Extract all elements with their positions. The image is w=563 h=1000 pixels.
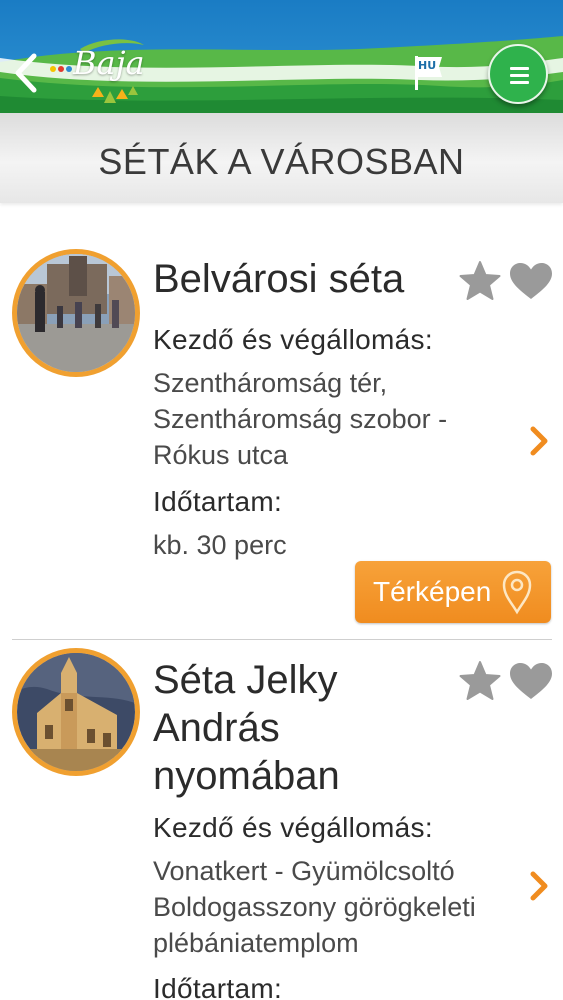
heart-icon[interactable] bbox=[508, 261, 554, 301]
star-icon[interactable] bbox=[458, 660, 502, 702]
chevron-right-icon[interactable] bbox=[528, 425, 550, 457]
duration-value: kb. 30 perc bbox=[153, 530, 287, 560]
church-photo bbox=[17, 653, 135, 771]
chevron-right-icon[interactable] bbox=[528, 870, 550, 902]
walk-title: Séta Jelky András nyomában bbox=[153, 658, 340, 798]
duration-label: Időtartam: bbox=[153, 486, 283, 517]
map-pin-icon bbox=[502, 570, 532, 615]
square-photo bbox=[17, 254, 135, 372]
app-header: Baja HU bbox=[0, 0, 563, 113]
walk-thumbnail bbox=[12, 648, 140, 776]
star-icon[interactable] bbox=[458, 260, 502, 302]
map-button-label: Térképen bbox=[373, 576, 492, 607]
duration-label: Időtartam: bbox=[153, 973, 283, 1000]
show-on-map-button[interactable]: Térképen bbox=[355, 561, 551, 623]
heart-icon[interactable] bbox=[508, 661, 554, 701]
walk-thumbnail bbox=[12, 249, 140, 377]
start-end-label: Kezdő és végállomás: bbox=[153, 324, 433, 355]
hamburger-icon bbox=[510, 67, 529, 70]
walk-card[interactable]: Belvárosi séta Kezdő és végállomás: Szen… bbox=[0, 203, 563, 640]
start-end-value: Vonatkert - Gyümölcsoltó Boldogasszony g… bbox=[153, 856, 476, 958]
language-code: HU bbox=[418, 59, 437, 72]
start-end-value: Szentháromság tér, Szentháromság szobor … bbox=[153, 368, 448, 470]
menu-button[interactable] bbox=[488, 44, 548, 104]
walk-title: Belvárosi séta bbox=[153, 257, 405, 301]
walk-card[interactable]: Séta Jelky András nyomában Kezdő és végá… bbox=[0, 640, 563, 1000]
hamburger-icon-line bbox=[510, 74, 529, 77]
start-end-label: Kezdő és végállomás: bbox=[153, 812, 433, 843]
page-title: SÉTÁK A VÁROSBAN bbox=[98, 141, 465, 182]
logo-text: Baja bbox=[73, 44, 145, 82]
hamburger-icon-line bbox=[510, 81, 529, 84]
page-title-bar: SÉTÁK A VÁROSBAN bbox=[0, 113, 563, 203]
